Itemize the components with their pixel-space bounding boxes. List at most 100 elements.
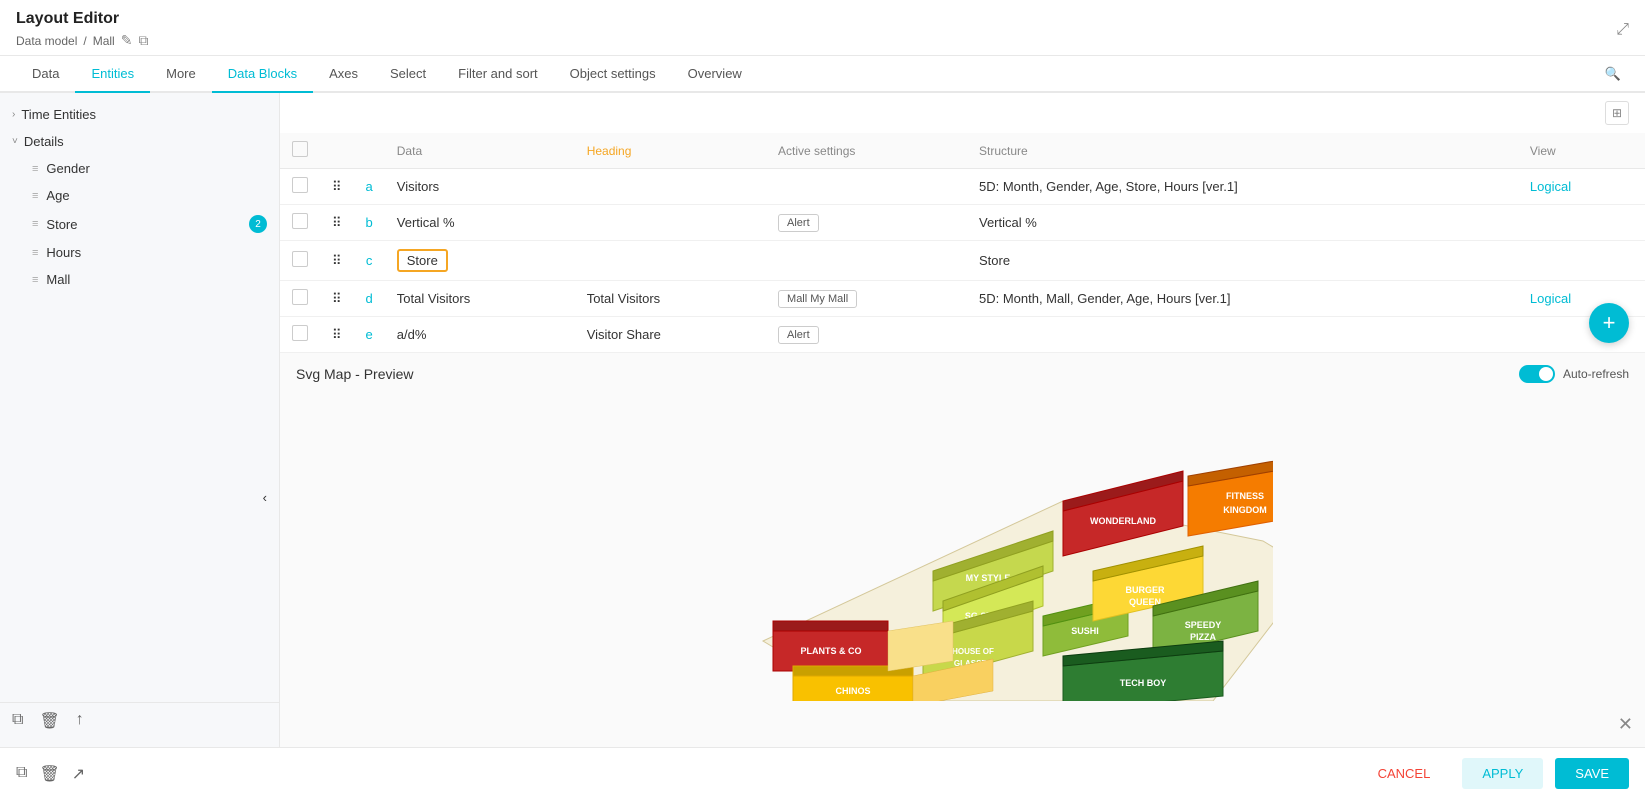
tab-filter-sort[interactable]: Filter and sort — [442, 56, 553, 93]
row-data-c[interactable]: Store — [385, 241, 575, 281]
auto-refresh-switch[interactable] — [1519, 365, 1555, 383]
drag-handle-e[interactable]: ⠿ — [320, 317, 354, 353]
tab-more[interactable]: More — [150, 56, 212, 93]
col-view-header: View — [1518, 133, 1645, 169]
cancel-button[interactable]: CANCEL — [1358, 758, 1451, 789]
sidebar-group-details[interactable]: ˅ Details — [0, 128, 279, 155]
table-row: ⠿ea/d%Visitor ShareAlert — [280, 317, 1645, 353]
row-checkbox-c[interactable] — [292, 251, 308, 267]
mall-map-svg: PLANTS & CO CHINOS — [653, 421, 1273, 701]
col-structure-header: Structure — [967, 133, 1518, 169]
row-data-a[interactable]: Visitors — [385, 169, 575, 205]
svg-text:TECH BOY: TECH BOY — [1119, 678, 1166, 688]
row-active-settings-b: Alert — [766, 205, 967, 241]
sidebar-footer: ⧉ 🗑 ↑ — [0, 702, 279, 739]
row-structure-a: 5D: Month, Gender, Age, Store, Hours [ve… — [967, 169, 1518, 205]
sidebar-group-time-entities[interactable]: › Time Entities — [0, 101, 279, 128]
table-row: ⠿bVertical %AlertVertical % — [280, 205, 1645, 241]
auto-refresh-label: Auto-refresh — [1563, 367, 1629, 381]
row-data-d[interactable]: Total Visitors — [385, 281, 575, 317]
svg-text:CHINOS: CHINOS — [835, 686, 870, 696]
sidebar-item-store[interactable]: ≡ Store 2 — [0, 209, 279, 239]
tab-bar: Data Entities More Data Blocks Axes Sele… — [0, 56, 1645, 93]
tab-axes[interactable]: Axes — [313, 56, 374, 93]
col-active-settings-header: Active settings — [766, 133, 967, 169]
delete-icon[interactable]: 🗑 — [39, 711, 59, 731]
tab-overview[interactable]: Overview — [672, 56, 758, 93]
store-fitness-kingdom: FITNESS KINGDOM — [1188, 456, 1273, 536]
svg-text:SUSHI: SUSHI — [1071, 626, 1099, 636]
row-checkbox-b[interactable] — [292, 213, 308, 229]
footer-left: ⧉ 🗑 ↗ — [16, 764, 85, 784]
sidebar-item-hours-label: Hours — [46, 245, 81, 260]
drag-handle-c[interactable]: ⠿ — [320, 241, 354, 281]
active-settings-badge-d[interactable]: Mall My Mall — [778, 290, 857, 308]
table-view-btn[interactable]: ⊞ — [1605, 101, 1629, 125]
auto-refresh-toggle[interactable]: Auto-refresh — [1519, 365, 1629, 383]
sidebar-item-mall[interactable]: ≡ Mall — [0, 266, 279, 293]
row-checkbox-d[interactable] — [292, 289, 308, 305]
drag-icon-gender: ≡ — [32, 163, 38, 175]
store-plants-co: PLANTS & CO — [773, 621, 888, 671]
svg-text:WONDERLAND: WONDERLAND — [1090, 516, 1156, 526]
copy-icon[interactable]: ⧉ — [12, 711, 23, 731]
col-heading-header: Heading — [575, 133, 766, 169]
row-checkbox-a[interactable] — [292, 177, 308, 193]
drag-handle-d[interactable]: ⠿ — [320, 281, 354, 317]
apply-button[interactable]: APPLY — [1462, 758, 1543, 789]
tab-entities[interactable]: Entities — [75, 56, 150, 93]
row-structure-c: Store — [967, 241, 1518, 281]
select-all-checkbox[interactable] — [292, 141, 308, 157]
tab-data-blocks[interactable]: Data Blocks — [212, 56, 313, 93]
store-badge: 2 — [249, 215, 267, 233]
row-checkbox-e[interactable] — [292, 325, 308, 341]
svg-text:BURGER: BURGER — [1125, 585, 1165, 595]
sidebar-item-age-label: Age — [46, 188, 69, 203]
drag-handle-a[interactable]: ⠿ — [320, 169, 354, 205]
row-data-b[interactable]: Vertical % — [385, 205, 575, 241]
export-icon[interactable]: ↑ — [76, 711, 84, 731]
breadcrumb-edit-icon[interactable]: ✎ — [121, 32, 133, 49]
breadcrumb-parent[interactable]: Data model — [16, 34, 77, 48]
details-arrow: ˅ — [12, 136, 18, 147]
footer-delete-icon[interactable]: 🗑 — [39, 764, 59, 784]
drag-icon-age: ≡ — [32, 190, 38, 202]
app-title: Layout Editor — [16, 10, 148, 28]
row-active-settings-a — [766, 169, 967, 205]
save-button[interactable]: SAVE — [1555, 758, 1629, 789]
mall-map-container: PLANTS & CO CHINOS — [296, 391, 1629, 731]
tab-select[interactable]: Select — [374, 56, 442, 93]
toggle-knob — [1539, 367, 1553, 381]
row-letter-c: c — [354, 241, 385, 281]
maximize-icon[interactable]: ⤢ — [1616, 21, 1629, 39]
row-data-e[interactable]: a/d% — [385, 317, 575, 353]
search-icon[interactable]: 🔍 — [1597, 58, 1629, 90]
map-close-btn[interactable]: ✕ — [1618, 714, 1633, 735]
sidebar-item-store-label: Store — [46, 217, 77, 232]
tab-object-settings[interactable]: Object settings — [554, 56, 672, 93]
footer-copy-icon[interactable]: ⧉ — [16, 764, 27, 784]
tab-data[interactable]: Data — [16, 56, 75, 93]
data-table-area: Data Heading Active settings Structure V… — [280, 133, 1645, 353]
sidebar-item-age[interactable]: ≡ Age — [0, 182, 279, 209]
col-drag — [320, 133, 354, 169]
drag-icon-store: ≡ — [32, 218, 38, 230]
breadcrumb-external-icon[interactable]: ⧉ — [138, 32, 148, 49]
sidebar-item-gender-label: Gender — [46, 161, 89, 176]
time-entities-arrow: › — [12, 109, 15, 120]
sidebar-group-details-label: Details — [24, 134, 64, 149]
sidebar-collapse-btn[interactable]: ‹ — [0, 482, 279, 513]
active-settings-badge-e[interactable]: Alert — [778, 326, 819, 344]
drag-icon-hours: ≡ — [32, 247, 38, 259]
row-letter-d: d — [354, 281, 385, 317]
footer-export-icon[interactable]: ↗ — [72, 764, 85, 784]
drag-handle-b[interactable]: ⠿ — [320, 205, 354, 241]
active-settings-badge-b[interactable]: Alert — [778, 214, 819, 232]
sidebar-item-gender[interactable]: ≡ Gender — [0, 155, 279, 182]
row-active-settings-c — [766, 241, 967, 281]
svg-text:PLANTS & CO: PLANTS & CO — [800, 646, 861, 656]
add-row-fab[interactable]: + — [1589, 303, 1629, 343]
sidebar-item-hours[interactable]: ≡ Hours — [0, 239, 279, 266]
store-chinos: CHINOS — [793, 666, 913, 701]
table-row: ⠿aVisitors5D: Month, Gender, Age, Store,… — [280, 169, 1645, 205]
